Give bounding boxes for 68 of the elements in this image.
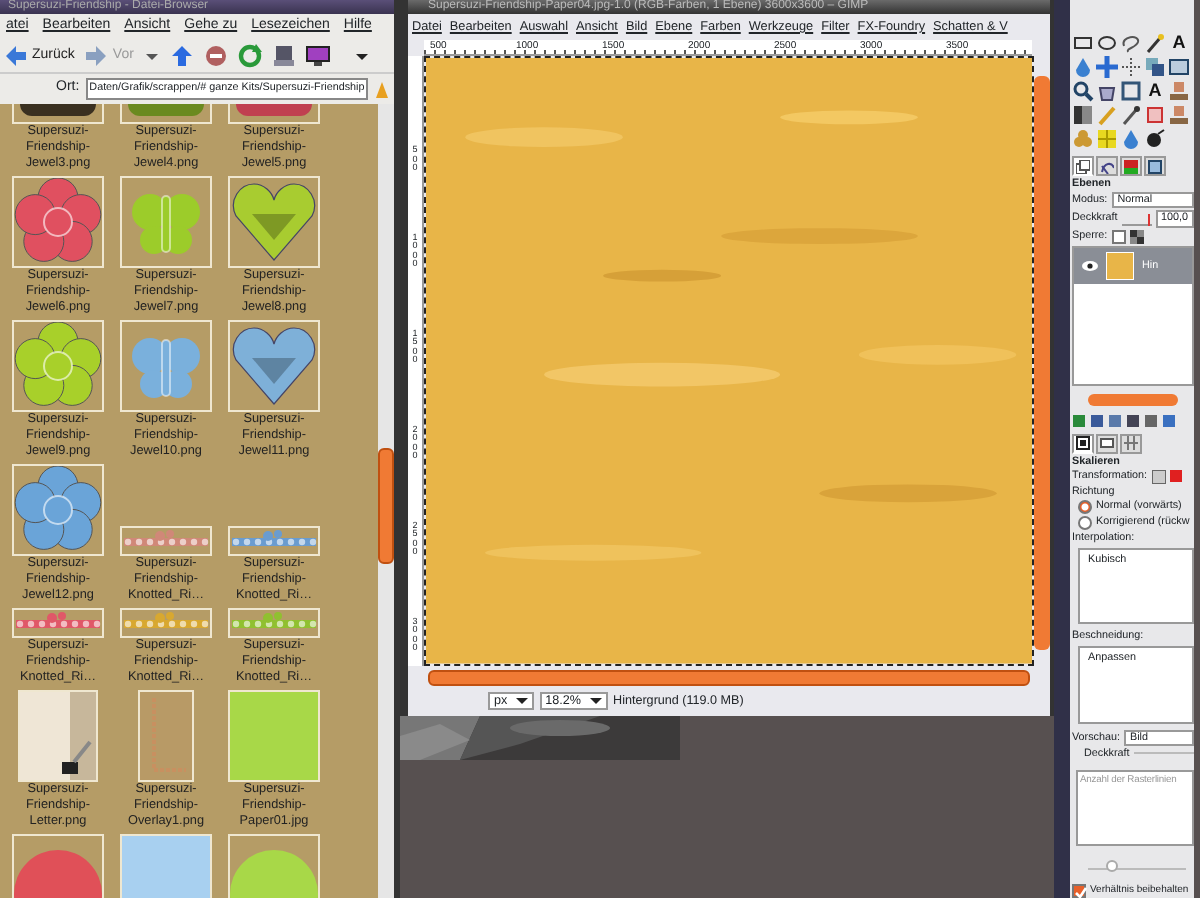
file-thumbnail[interactable] (12, 464, 104, 556)
lock-checkbox[interactable] (1111, 229, 1126, 244)
frame-icon[interactable] (1120, 80, 1142, 102)
brush-icon[interactable] (1120, 104, 1142, 126)
file-thumbnail[interactable] (12, 320, 104, 412)
move-icon[interactable] (1096, 56, 1118, 78)
gradient-icon[interactable] (1072, 104, 1094, 126)
checker-icon[interactable] (1129, 229, 1144, 244)
file-thumbnail[interactable] (228, 176, 320, 268)
swirl-icon (1100, 159, 1114, 173)
opacity-slider[interactable] (1121, 213, 1151, 225)
eraser-icon[interactable] (1144, 104, 1166, 126)
back-arrow-icon[interactable] (4, 44, 28, 68)
scrollbar[interactable] (378, 104, 394, 898)
file-thumbnail[interactable] (228, 320, 320, 412)
file-thumbnail[interactable] (120, 176, 212, 268)
radio-button[interactable] (1078, 500, 1092, 515)
crosshair-icon[interactable] (1120, 56, 1142, 78)
dropdown-arrow-icon[interactable] (515, 695, 528, 706)
text-tool[interactable]: A (1144, 80, 1166, 102)
file-thumbnail[interactable] (120, 526, 212, 556)
box-icon (1148, 159, 1162, 173)
file-thumbnail[interactable] (228, 690, 320, 782)
file-thumbnail[interactable] (138, 690, 194, 782)
dock-tab[interactable] (1072, 156, 1094, 176)
monitor-icon[interactable] (305, 44, 330, 68)
file-thumbnail[interactable] (228, 526, 320, 556)
dropdown-arrow-icon[interactable] (589, 695, 602, 706)
up-arrow-icon[interactable] (169, 44, 194, 68)
file-thumbnail[interactable] (12, 608, 104, 638)
file-thumbnail[interactable] (120, 608, 212, 638)
wand-icon[interactable] (1144, 32, 1166, 54)
transform-layer-icon[interactable] (1151, 469, 1166, 484)
slider-handle[interactable] (1106, 860, 1119, 873)
dock-tab[interactable] (1144, 156, 1166, 176)
layers-icon (1076, 159, 1090, 173)
computer-icon[interactable] (271, 44, 296, 68)
ellipse-icon[interactable] (1096, 32, 1118, 54)
scrollbar[interactable] (1088, 393, 1178, 406)
grid-icon (1124, 436, 1138, 451)
eye-icon[interactable] (1082, 259, 1098, 272)
stamp-icon[interactable] (1168, 80, 1190, 102)
stamp-icon[interactable] (1168, 104, 1190, 126)
reload-icon[interactable] (237, 44, 262, 68)
colors-icon (1124, 159, 1138, 173)
transform-selection-icon[interactable] (1169, 470, 1182, 483)
file-thumbnail[interactable] (12, 176, 104, 268)
radio-button[interactable] (1078, 516, 1092, 531)
options-icon (1076, 436, 1090, 451)
layer-thumbnail (1106, 251, 1134, 280)
box-icon[interactable] (1168, 56, 1190, 78)
stop-icon[interactable] (203, 44, 228, 68)
stacked-squares-icon[interactable] (1144, 56, 1166, 78)
file-thumbnail[interactable] (18, 690, 98, 782)
zoom-icon[interactable] (1072, 80, 1094, 102)
lasso-icon[interactable] (1120, 32, 1142, 54)
dock-tab[interactable] (1096, 156, 1118, 176)
device-icon (1100, 436, 1114, 451)
checkbox[interactable] (1072, 884, 1086, 898)
file-thumbnail[interactable] (120, 320, 212, 412)
text-tool[interactable]: A (1168, 32, 1190, 54)
rectangle-icon[interactable] (1072, 32, 1094, 54)
file-thumbnail[interactable] (228, 608, 320, 638)
ink-icon[interactable] (1144, 128, 1166, 150)
scrollbar[interactable] (428, 669, 1030, 686)
dropdown-arrow-icon[interactable] (143, 48, 160, 64)
dock-tab[interactable] (1096, 433, 1118, 454)
dock-tab[interactable] (1072, 433, 1094, 454)
